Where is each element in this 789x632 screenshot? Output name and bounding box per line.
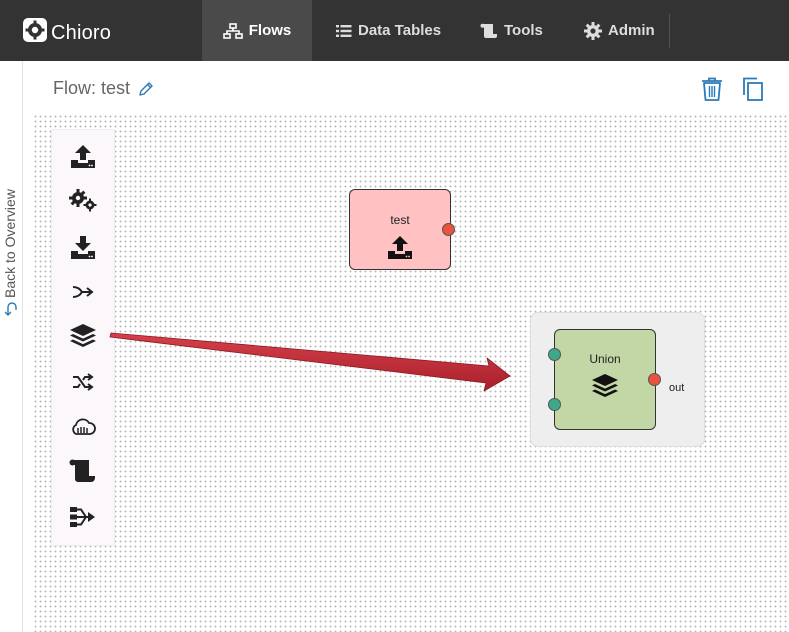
app-name: Chioro — [51, 21, 112, 44]
left-rail: Back to Overview — [0, 61, 23, 632]
upload-icon — [71, 145, 95, 168]
nav-admin-label: Admin — [608, 22, 655, 39]
nav-admin[interactable]: Admin — [584, 0, 655, 61]
back-arrow-icon — [4, 302, 17, 316]
tool-settings[interactable] — [52, 181, 114, 221]
scroll-icon — [480, 23, 497, 38]
node-union-input-port-2[interactable] — [548, 398, 561, 411]
node-union-input-port-1[interactable] — [548, 348, 561, 361]
tool-split[interactable] — [52, 497, 114, 537]
tool-palette — [51, 129, 115, 546]
nav-divider — [669, 14, 670, 48]
node-test[interactable]: test — [349, 189, 451, 270]
layers-icon — [592, 374, 618, 397]
pencil-icon[interactable] — [138, 81, 154, 97]
tool-upload[interactable] — [52, 136, 114, 176]
flow-title-text: Flow: test — [53, 78, 131, 98]
list-icon — [336, 24, 352, 37]
node-union-output-label: out — [669, 382, 685, 394]
node-union-output-port[interactable] — [648, 373, 661, 386]
node-union[interactable]: Union — [554, 329, 656, 430]
nav-data-tables[interactable]: Data Tables — [336, 0, 441, 61]
trash-icon[interactable] — [700, 76, 724, 102]
download-icon — [71, 236, 95, 259]
back-to-overview-label: Back to Overview — [2, 189, 18, 298]
copy-icon[interactable] — [741, 76, 765, 102]
gear-icon — [584, 21, 602, 40]
back-to-overview-link[interactable]: Back to Overview — [2, 189, 18, 316]
chioro-logo-icon — [23, 18, 47, 42]
layers-icon — [70, 324, 96, 347]
tool-union[interactable] — [52, 316, 114, 356]
cloud-icon — [72, 418, 96, 435]
node-union-label: Union — [589, 352, 621, 366]
node-test-output-port[interactable] — [442, 223, 455, 236]
tool-download[interactable] — [52, 227, 114, 267]
nav-tools-label: Tools — [504, 22, 543, 39]
shuffle-icon — [73, 373, 94, 391]
tool-cloud[interactable] — [52, 407, 114, 447]
brand[interactable]: Chioro — [22, 14, 111, 46]
nav-flows-label: Flows — [248, 22, 292, 39]
top-navigation-bar: Chioro Flows Data Tables Tools Admin — [0, 0, 789, 61]
scroll-icon — [69, 459, 95, 482]
tool-merge[interactable] — [52, 272, 114, 312]
nav-tools[interactable]: Tools — [480, 0, 543, 61]
upload-icon — [388, 236, 412, 259]
tool-shuffle[interactable] — [52, 362, 114, 402]
tool-scroll[interactable] — [52, 451, 114, 491]
merge-icon — [72, 286, 94, 298]
node-test-label: test — [390, 213, 410, 227]
split-icon — [70, 507, 95, 527]
nav-flows[interactable]: Flows — [202, 0, 312, 61]
sitemap-icon — [222, 22, 243, 39]
flow-title: Flow: test — [53, 78, 154, 99]
gears-icon — [69, 189, 97, 212]
nav-data-tables-label: Data Tables — [358, 22, 442, 39]
